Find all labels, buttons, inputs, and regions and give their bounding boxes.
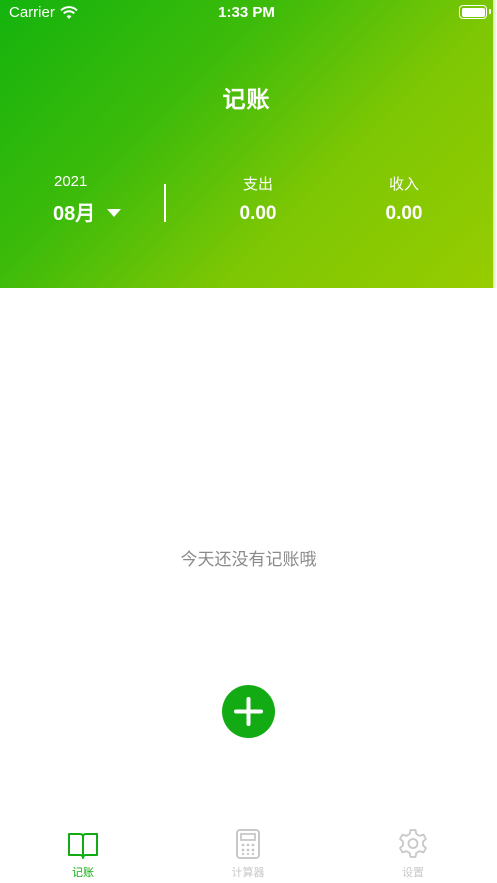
income-summary: 收入 0.00 <box>344 170 464 225</box>
tab-calculator[interactable]: 计算器 <box>208 828 288 880</box>
caret-down-icon <box>107 208 122 217</box>
gear-icon <box>399 829 427 858</box>
empty-state-message: 今天还没有记账哦 <box>180 550 317 569</box>
expense-value: 0.00 <box>239 203 277 224</box>
battery-cap <box>489 9 491 14</box>
header: Carrier 1:33 PM 记账 2021 08月 支出 0.00 收入 0… <box>0 0 493 288</box>
year-label: 2021 <box>54 173 88 190</box>
book-icon <box>68 833 98 859</box>
header-edge <box>493 0 497 288</box>
income-value: 0.00 <box>385 203 423 224</box>
expense-label: 支出 <box>242 176 273 193</box>
tab-label: 设置 <box>402 867 424 879</box>
status-time: 1:33 PM <box>218 4 275 21</box>
status-bar: Carrier 1:33 PM <box>0 0 493 26</box>
add-record-button[interactable] <box>222 685 275 738</box>
battery-icon <box>459 5 487 19</box>
summary-divider <box>164 184 166 222</box>
tab-bookkeeping[interactable]: 记账 <box>43 828 123 880</box>
month-label: 08月 <box>53 203 96 225</box>
expense-summary: 支出 0.00 <box>198 170 318 225</box>
page-title: 记账 <box>222 86 271 112</box>
tab-settings[interactable]: 设置 <box>373 828 453 880</box>
month-picker[interactable]: 08月 <box>53 197 122 226</box>
calculator-icon <box>236 829 260 859</box>
tab-bar: 记账 计算器 设置 <box>0 820 497 883</box>
tab-label: 计算器 <box>231 867 265 879</box>
income-label: 收入 <box>388 176 419 193</box>
tab-label: 记账 <box>72 867 94 879</box>
summary-bar: 2021 08月 支出 0.00 收入 0.00 <box>0 170 493 230</box>
plus-icon <box>234 697 263 726</box>
